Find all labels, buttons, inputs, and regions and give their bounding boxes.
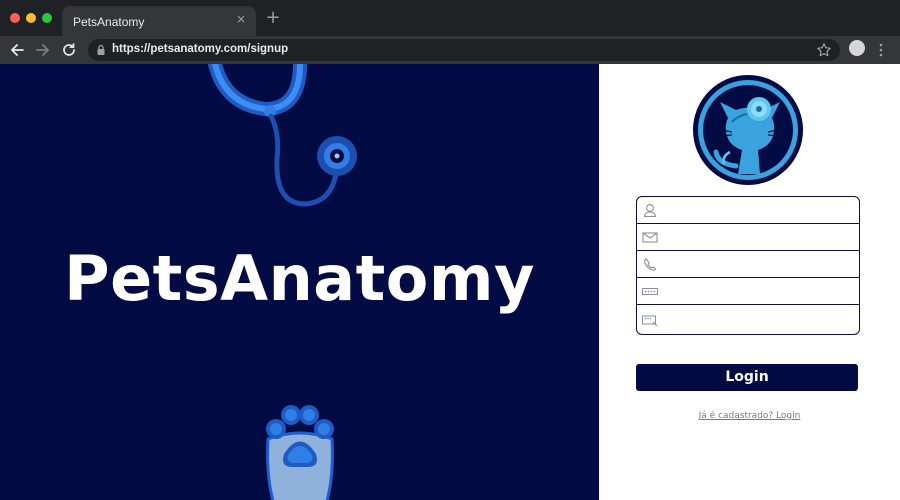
browser-toolbar: https://petsanatomy.com/signup xyxy=(0,36,900,64)
forward-arrow-icon[interactable] xyxy=(34,41,52,59)
tab-title: PetsAnatomy xyxy=(73,15,145,29)
lock-icon xyxy=(97,44,105,55)
already-registered-link[interactable]: Já é cadastrado? Login xyxy=(599,411,900,421)
email-field xyxy=(637,224,859,251)
hero-panel: PetsAnatomy xyxy=(0,64,599,500)
stethoscope-icon xyxy=(208,64,357,207)
password-field xyxy=(637,278,859,305)
back-arrow-icon[interactable] xyxy=(8,41,26,59)
phone-field xyxy=(637,251,859,278)
name-input[interactable] xyxy=(661,197,859,223)
brand-title: PetsAnatomy xyxy=(64,242,535,315)
tab-close-icon[interactable]: × xyxy=(234,12,248,26)
profile-avatar[interactable] xyxy=(849,40,865,56)
phone-icon xyxy=(644,257,657,271)
password-icon xyxy=(642,287,658,295)
bookmark-star-icon[interactable] xyxy=(816,42,832,58)
maximize-window-button[interactable] xyxy=(42,13,52,23)
close-window-button[interactable] xyxy=(10,13,20,23)
browser-menu-icon[interactable] xyxy=(876,41,886,59)
paw-icon xyxy=(266,405,334,500)
new-tab-icon[interactable]: + xyxy=(264,9,282,27)
password-input[interactable] xyxy=(661,278,859,304)
user-icon xyxy=(643,203,657,217)
email-input[interactable] xyxy=(661,224,859,250)
phone-input[interactable] xyxy=(661,251,859,277)
password-confirm-field xyxy=(637,305,859,333)
signup-form xyxy=(636,196,860,335)
browser-tab[interactable]: PetsAnatomy × xyxy=(62,6,256,36)
address-bar[interactable]: https://petsanatomy.com/signup xyxy=(88,39,840,61)
vet-cat-logo xyxy=(693,75,803,185)
envelope-icon xyxy=(642,231,658,243)
name-field xyxy=(637,197,859,224)
login-button[interactable]: Login xyxy=(636,364,858,391)
url-text: https://petsanatomy.com/signup xyxy=(112,43,289,55)
key-card-icon xyxy=(642,315,658,326)
password-confirm-input[interactable] xyxy=(661,305,859,333)
reload-icon[interactable] xyxy=(60,41,78,59)
minimize-window-button[interactable] xyxy=(26,13,36,23)
login-panel: Login Já é cadastrado? Login xyxy=(599,64,900,500)
browser-titlebar: PetsAnatomy × + xyxy=(0,0,900,36)
